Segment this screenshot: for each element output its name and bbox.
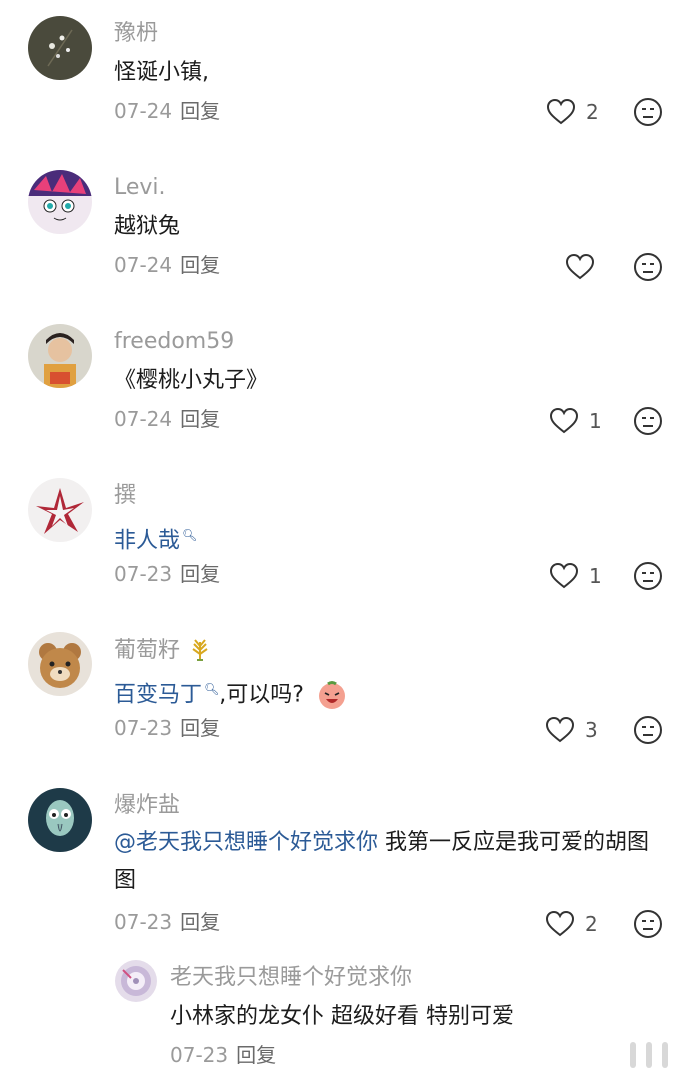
avatar[interactable] xyxy=(28,324,92,388)
reply-button[interactable]: 回复 xyxy=(180,407,220,431)
comment-date: 07-24 xyxy=(114,407,173,431)
comment-text: 《樱桃小丸子》 xyxy=(114,368,269,393)
username[interactable]: 老天我只想睡个好觉求你 xyxy=(170,964,412,992)
like-count: 2 xyxy=(585,912,598,936)
like-count: 2 xyxy=(586,100,599,124)
comment-meta: 07-24 回复 xyxy=(114,98,220,124)
username[interactable]: 爆炸盐 xyxy=(114,792,180,820)
comment-meta: 07-24 回复 xyxy=(114,252,220,278)
reply-button[interactable]: 回复 xyxy=(236,1043,276,1067)
dislike-button[interactable] xyxy=(633,715,663,745)
dislike-button[interactable] xyxy=(633,909,663,939)
scroll-bar-segment xyxy=(662,1042,668,1068)
search-link[interactable]: 百变马丁 xyxy=(114,682,202,707)
comment-meta: 07-23 回复 xyxy=(114,909,220,935)
mention-link[interactable]: @老天我只想睡个好觉求你 xyxy=(114,830,378,855)
meh-face-icon xyxy=(634,562,662,590)
comment-date: 07-23 xyxy=(114,716,173,740)
avatar[interactable] xyxy=(28,16,92,80)
heart-icon xyxy=(549,562,579,589)
username[interactable]: 撰 xyxy=(114,482,136,510)
comment-meta: 07-23 回复 xyxy=(170,1042,276,1068)
comment-date: 07-23 xyxy=(114,562,173,586)
comment-text: 百变马丁 🔍︎,可以吗? xyxy=(114,670,654,714)
like-button[interactable] xyxy=(565,252,605,282)
dislike-button[interactable] xyxy=(633,97,663,127)
search-link[interactable]: 非人哉 xyxy=(114,528,180,553)
comment-text: @老天我只想睡个好觉求你 我第一反应是我可爱的胡图图 xyxy=(114,824,654,900)
comment-date: 07-23 xyxy=(114,910,173,934)
username-text[interactable]: 葡萄籽 xyxy=(114,638,180,663)
heart-icon xyxy=(565,253,595,280)
comment-date: 07-23 xyxy=(170,1043,229,1067)
reply-button[interactable]: 回复 xyxy=(180,910,220,934)
laughing-peach-emoji-icon xyxy=(318,681,345,710)
avatar[interactable] xyxy=(28,170,92,234)
comment-date: 07-24 xyxy=(114,253,173,277)
comment-meta: 07-23 回复 xyxy=(114,715,220,741)
heart-icon xyxy=(549,407,579,434)
avatar[interactable] xyxy=(28,478,92,542)
like-button[interactable]: 2 xyxy=(545,909,598,939)
scroll-bar-segment xyxy=(630,1042,636,1068)
avatar[interactable] xyxy=(115,960,157,1002)
meh-face-icon xyxy=(634,910,662,938)
search-icon: 🔍︎ xyxy=(204,682,220,696)
like-button[interactable]: 2 xyxy=(546,97,599,127)
reply-button[interactable]: 回复 xyxy=(180,562,220,586)
comment-text-rest: ,可以吗? xyxy=(219,682,304,708)
username[interactable]: 豫枬 xyxy=(114,20,158,48)
comment-meta: 07-24 回复 xyxy=(114,406,220,432)
dislike-button[interactable] xyxy=(633,406,663,436)
like-count: 1 xyxy=(589,564,602,588)
like-button[interactable]: 3 xyxy=(545,715,598,745)
comment-text: 越狱兔 xyxy=(114,214,181,239)
avatar[interactable] xyxy=(28,788,92,852)
reply-button[interactable]: 回复 xyxy=(180,716,220,740)
meh-face-icon xyxy=(634,98,662,126)
reply-button[interactable]: 回复 xyxy=(180,253,220,277)
scroll-indicator xyxy=(630,1042,668,1068)
heart-icon xyxy=(546,98,576,125)
comment-text: 怪诞小镇, xyxy=(114,60,209,85)
like-count: 1 xyxy=(589,409,602,433)
dislike-button[interactable] xyxy=(633,252,663,282)
username: 葡萄籽 xyxy=(114,636,213,665)
like-button[interactable]: 1 xyxy=(549,561,602,591)
comment-text: 非人哉 🔍︎ xyxy=(114,516,654,560)
comment-text: 小林家的龙女仆 超级好看 特别可爱 xyxy=(170,1004,514,1029)
like-count: 3 xyxy=(585,718,598,742)
meh-face-icon xyxy=(634,253,662,281)
scroll-bar-segment xyxy=(646,1042,652,1068)
comment-date: 07-24 xyxy=(114,99,173,123)
heart-icon xyxy=(545,716,575,743)
dislike-button[interactable] xyxy=(633,561,663,591)
avatar[interactable] xyxy=(28,632,92,696)
meh-face-icon xyxy=(634,716,662,744)
username[interactable]: Levi. xyxy=(114,174,166,202)
like-button[interactable]: 1 xyxy=(549,406,602,436)
search-icon: 🔍︎ xyxy=(182,528,198,542)
username[interactable]: freedom59 xyxy=(114,328,234,356)
meh-face-icon xyxy=(634,407,662,435)
heart-icon xyxy=(545,910,575,937)
comment-meta: 07-23 回复 xyxy=(114,561,220,587)
wheat-badge-icon xyxy=(192,639,208,661)
reply-button[interactable]: 回复 xyxy=(180,99,220,123)
